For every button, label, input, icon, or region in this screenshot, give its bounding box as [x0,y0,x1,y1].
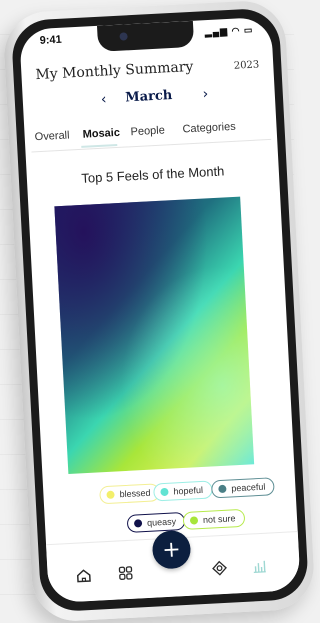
page-title: My Monthly Summary [35,59,194,83]
grid-icon[interactable] [115,563,136,584]
legend-dot-icon [190,516,198,524]
legend-chip-not-sure[interactable]: not sure [183,509,245,530]
feelings-mosaic [54,197,254,474]
legend-label: hopeful [173,485,203,497]
battery-icon: ▭ [244,25,254,35]
phone-mockup: 9:41 ▂▄▆ ◠ ▭ My Monthly Summary 2023 ‹ M… [0,0,294,617]
tab-people[interactable]: People [130,124,165,138]
legend-dot-icon [106,491,114,499]
legend-dot-icon [160,488,168,496]
status-icons: ▂▄▆ ◠ ▭ [205,25,254,39]
mosaic-title: Top 5 Feels of the Month [27,161,279,189]
home-icon[interactable] [73,565,94,586]
month-label: March [23,83,275,111]
settings-icon[interactable] [209,558,230,579]
stats-icon-graphic [251,558,268,575]
stats-icon[interactable] [249,556,270,577]
phone-shell: 9:41 ▂▄▆ ◠ ▭ My Monthly Summary 2023 ‹ M… [2,0,316,623]
legend-dot-icon [134,519,142,527]
header: My Monthly Summary 2023 [35,53,260,85]
add-icon: + [162,537,182,563]
year-label: 2023 [234,59,260,71]
phone-bezel: 9:41 ▂▄▆ ◠ ▭ My Monthly Summary 2023 ‹ M… [11,7,310,612]
feelings-legend: blessed hopeful peaceful [43,476,297,537]
bottom-navigation: + [46,531,301,603]
grid-icon-graphic [117,565,134,582]
app-screen: 9:41 ▂▄▆ ◠ ▭ My Monthly Summary 2023 ‹ M… [19,17,301,603]
tab-categories[interactable]: Categories [182,121,236,136]
legend-label: peaceful [231,482,266,494]
settings-icon-graphic [211,560,228,577]
legend-chip-queasy[interactable]: queasy [127,512,186,533]
wifi-icon: ◠ [231,25,240,35]
legend-chip-hopeful[interactable]: hopeful [153,480,212,501]
legend-label: queasy [147,516,177,528]
month-navigation: ‹ March › [22,81,275,116]
legend-dot-icon [218,485,226,493]
summary-tabs: Overall Mosaic People Categories [30,113,271,153]
home-icon-graphic [75,567,92,584]
legend-chip-blessed[interactable]: blessed [99,483,160,504]
legend-label: blessed [119,488,151,500]
status-time: 9:41 [39,34,62,47]
add-entry-button[interactable]: + [152,530,192,570]
active-tab-indicator [81,144,117,148]
next-month-icon[interactable]: › [202,86,208,102]
legend-chip-peaceful[interactable]: peaceful [211,477,275,498]
signal-icon: ▂▄▆ [205,26,229,37]
tab-mosaic[interactable]: Mosaic [82,127,120,141]
tab-overall[interactable]: Overall [34,129,69,143]
legend-label: not sure [203,513,236,525]
